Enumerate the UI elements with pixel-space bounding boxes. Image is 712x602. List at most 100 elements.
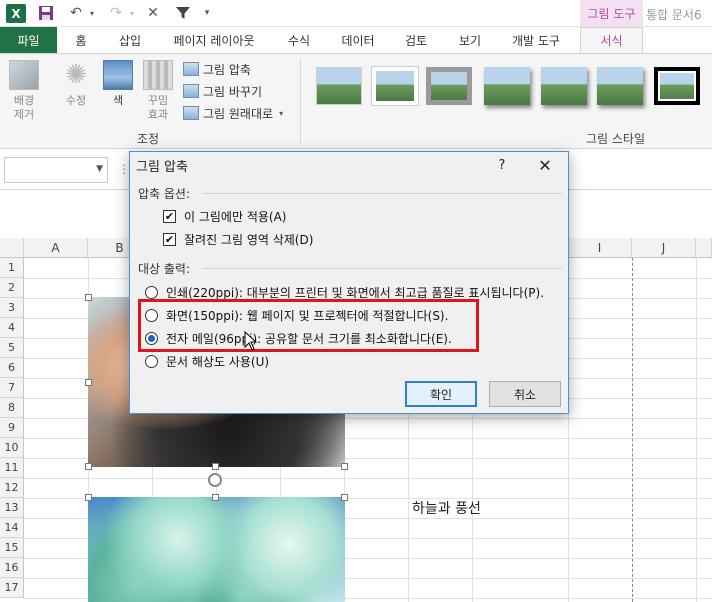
resize-handle[interactable] [212,494,219,501]
filter-icon[interactable] [172,3,194,23]
color-icon [103,60,133,90]
row-header[interactable]: 16 [0,558,24,578]
group-label-picture-styles: 그림 스타일 [586,132,646,146]
picture-style-thumb[interactable] [484,67,530,105]
radio-document-resolution[interactable]: 문서 해상도 사용(U) [145,353,269,370]
row-header[interactable]: 12 [0,478,24,498]
mouse-cursor-icon [244,330,258,351]
document-title: 통합 문서6 [646,8,702,22]
column-header[interactable]: A [24,238,88,258]
change-picture-label: 그림 바꾸기 [203,84,263,99]
remove-background-icon [9,60,39,90]
row-header[interactable]: 7 [0,378,24,398]
group-separator [300,58,301,144]
title-bar: X ↶ ▾ ↷ ▾ ✕ ▾ 그림 도구 통합 문서6 [0,0,712,27]
row-header[interactable]: 5 [0,338,24,358]
column-header[interactable]: J [632,238,696,258]
resize-handle[interactable] [85,379,92,386]
page-break-line [632,258,633,602]
artistic-effects-label: 꾸밈 효과 [147,94,169,121]
resize-handle[interactable] [341,463,348,470]
ok-button[interactable]: 확인 [405,381,477,407]
picture-style-thumb[interactable] [541,67,587,105]
resize-handle[interactable] [85,294,92,301]
row-header[interactable]: 14 [0,518,24,538]
help-button[interactable]: ? [490,154,514,176]
tab-formulas[interactable]: 수식 [279,27,319,53]
row-header[interactable]: 17 [0,578,24,598]
resize-handle[interactable] [212,463,219,470]
row-header[interactable]: 15 [0,538,24,558]
row-header[interactable]: 3 [0,298,24,318]
color-button[interactable]: 색 [101,60,135,108]
resize-handle[interactable] [85,494,92,501]
chevron-down-icon[interactable]: ▼ [96,164,103,174]
column-header[interactable]: I [568,238,632,258]
checkmark-icon: ✔ [163,210,176,223]
reset-dropdown-icon[interactable]: ▾ [279,109,283,118]
delete-cropped-checkbox[interactable]: ✔ 잘려진 그림 영역 삭제(D) [163,231,313,248]
row-header[interactable]: 13 [0,498,24,518]
section-target-output: 대상 출력: [138,262,191,276]
redo-icon[interactable]: ↷ [104,3,128,23]
artistic-effects-button[interactable]: 꾸밈 효과 [141,60,175,122]
tab-page-layout[interactable]: 페이지 레이아웃 [164,27,264,53]
row-header[interactable]: 10 [0,438,24,458]
color-label: 색 [112,94,124,107]
row-header[interactable]: 11 [0,458,24,478]
name-box[interactable]: ▼ [4,157,108,183]
delete-icon[interactable]: ✕ [145,3,161,23]
undo-icon[interactable]: ↶ [64,3,88,23]
cell-text-sky-balloons[interactable]: 하늘과 풍선 [412,498,481,518]
tab-insert[interactable]: 삽입 [110,27,150,53]
apply-only-this-checkbox[interactable]: ✔ 이 그림에만 적용(A) [163,208,286,225]
row-header[interactable]: 2 [0,278,24,298]
row-header[interactable]: 8 [0,398,24,418]
cancel-button[interactable]: 취소 [489,381,561,407]
delete-cropped-label: 잘려진 그림 영역 삭제(D) [184,233,314,247]
column-header-overflow [696,238,712,258]
radio-document-resolution-label: 문서 해상도 사용(U) [166,355,270,369]
change-picture-button[interactable]: 그림 바꾸기 [183,81,262,101]
tab-format[interactable]: 서식 [580,27,643,53]
compress-pictures-dialog: 그림 압축 ? ✕ 압축 옵션: ✔ 이 그림에만 적용(A) ✔ 잘려진 그림… [129,151,569,414]
highlight-box [138,299,479,352]
picture-style-thumb[interactable] [372,67,418,105]
picture-style-thumb[interactable] [316,67,362,105]
tab-developer[interactable]: 개발 도구 [504,27,568,53]
apply-only-this-label: 이 그림에만 적용(A) [184,210,287,224]
compress-pictures-button[interactable]: 그림 압축 [183,59,251,79]
row-header[interactable]: 9 [0,418,24,438]
corrections-label: 수정 [65,94,87,107]
picture-style-thumb[interactable] [597,67,643,105]
resize-handle[interactable] [85,463,92,470]
picture-style-thumb[interactable] [426,67,472,105]
excel-logo-icon: X [6,4,26,23]
resize-handle[interactable] [341,494,348,501]
compress-pictures-icon [183,62,199,76]
tab-data[interactable]: 데이터 [334,27,382,53]
tab-home[interactable]: 홈 [66,27,96,53]
remove-background-button[interactable]: 배경 제거 [6,60,42,122]
select-all-corner[interactable] [0,238,24,258]
reset-picture-button[interactable]: 그림 원래대로 ▾ [183,103,283,123]
row-header[interactable]: 4 [0,318,24,338]
row-header[interactable]: 6 [0,358,24,378]
redo-dropdown-icon[interactable]: ▾ [128,3,136,23]
picture-styles-gallery [308,62,712,122]
tab-file[interactable]: 파일 [0,27,57,53]
compress-pictures-label: 그림 압축 [203,62,251,77]
close-icon[interactable]: ✕ [528,154,562,176]
row-header[interactable]: 1 [0,258,24,278]
save-icon[interactable] [36,3,56,23]
radio-circle-icon [145,355,158,368]
tab-view[interactable]: 보기 [450,27,490,53]
corrections-button[interactable]: ✺ 수정 [58,60,94,108]
picture-style-thumb[interactable] [654,67,700,105]
undo-dropdown-icon[interactable]: ▾ [88,3,96,23]
picture-balloons[interactable] [88,497,345,602]
customize-toolbar-icon[interactable]: ▾ [200,3,214,23]
tab-review[interactable]: 검토 [396,27,436,53]
checkmark-icon: ✔ [163,233,176,246]
rotate-handle-icon[interactable] [208,473,222,487]
